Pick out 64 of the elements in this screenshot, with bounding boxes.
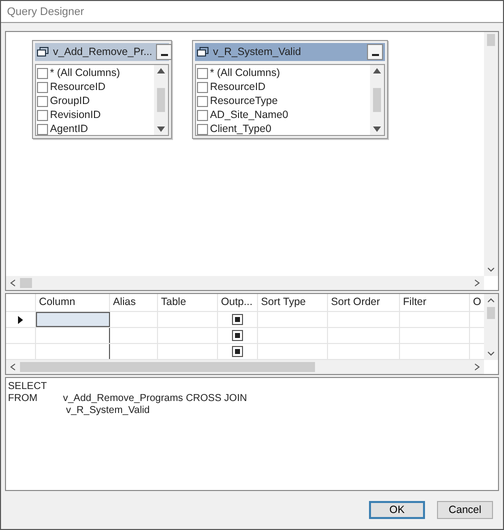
output-checkbox[interactable]	[232, 314, 243, 325]
vertical-scrollbar[interactable]	[484, 32, 498, 276]
column-item[interactable]: AD_Site_Name0	[197, 108, 369, 122]
minimize-button[interactable]	[367, 44, 383, 60]
ok-button[interactable]: OK	[369, 501, 425, 519]
horizontal-scrollbar[interactable]	[6, 360, 484, 374]
column-item[interactable]: ResourceID	[197, 80, 369, 94]
scroll-up-arrow-icon[interactable]	[373, 67, 381, 75]
sql-pane[interactable]: SELECT FROM v_Add_Remove_Programs CROSS JOIN v_R_System_Valid	[5, 377, 499, 491]
scroll-down-arrow-icon[interactable]	[157, 125, 165, 133]
scroll-thumb[interactable]	[487, 34, 495, 46]
column-checkbox[interactable]	[197, 110, 208, 120]
vertical-scrollbar[interactable]	[484, 294, 498, 360]
column-checkbox[interactable]	[37, 68, 48, 78]
column-header[interactable]: Table	[158, 294, 218, 311]
table-title: v_Add_Remove_Pr...	[53, 46, 152, 58]
column-checkbox[interactable]	[37, 96, 48, 106]
table-title: v_R_System_Valid	[213, 46, 302, 58]
column-item[interactable]: * (All Columns)	[37, 66, 153, 80]
column-header[interactable]: Column	[36, 294, 110, 311]
column-item[interactable]: * (All Columns)	[197, 66, 369, 80]
row-indicator-icon	[18, 316, 23, 324]
list-scrollbar[interactable]	[370, 65, 384, 135]
scroll-thumb[interactable]	[20, 362, 315, 372]
horizontal-scrollbar[interactable]	[6, 276, 484, 290]
scroll-thumb[interactable]	[20, 278, 32, 288]
window-title: Query Designer	[7, 6, 84, 18]
column-item[interactable]: Client_Type0	[197, 122, 369, 136]
column-checkbox[interactable]	[37, 124, 48, 134]
output-checkbox[interactable]	[232, 330, 243, 341]
scroll-up-arrow-icon[interactable]	[157, 67, 165, 75]
view-title-bar[interactable]: v_Add_Remove_Pr...	[35, 43, 169, 61]
column-header[interactable]: Sort Type	[258, 294, 328, 311]
grid-cell[interactable]	[36, 312, 110, 327]
column-item[interactable]: ResourceType	[197, 94, 369, 108]
column-checkbox[interactable]	[37, 110, 48, 120]
sql-keyword: FROM	[8, 393, 38, 405]
minimize-button[interactable]	[156, 44, 172, 60]
scroll-thumb[interactable]	[373, 88, 381, 112]
column-checkbox[interactable]	[197, 68, 208, 78]
scroll-thumb[interactable]	[157, 88, 165, 112]
column-header[interactable]: Sort Order	[328, 294, 400, 311]
column-header[interactable]: Outp...	[218, 294, 258, 311]
scroll-down-arrow-icon[interactable]	[373, 125, 381, 133]
sql-keyword: SELECT	[8, 381, 48, 393]
sql-text: v_Add_Remove_Programs CROSS JOIN	[63, 393, 248, 405]
sql-text: v_R_System_Valid	[65, 405, 151, 417]
scroll-thumb[interactable]	[487, 307, 495, 319]
column-header[interactable]: Alias	[110, 294, 158, 311]
list-scrollbar[interactable]	[154, 65, 168, 135]
column-item[interactable]: AgentID	[37, 122, 153, 136]
column-checkbox[interactable]	[37, 82, 48, 92]
column-header[interactable]: Filter	[400, 294, 470, 311]
cancel-button[interactable]: Cancel	[437, 501, 493, 519]
output-checkbox[interactable]	[232, 346, 243, 357]
column-checkbox[interactable]	[197, 82, 208, 92]
column-item[interactable]: ResourceID	[37, 80, 153, 94]
table-icon	[197, 47, 209, 57]
column-item[interactable]: GroupID	[37, 94, 153, 108]
column-checkbox[interactable]	[197, 96, 208, 106]
column-checkbox[interactable]	[197, 124, 208, 134]
column-item[interactable]: RevisionID	[37, 108, 153, 122]
table-icon	[37, 47, 49, 57]
view-title-bar[interactable]: v_R_System_Valid	[195, 43, 385, 61]
